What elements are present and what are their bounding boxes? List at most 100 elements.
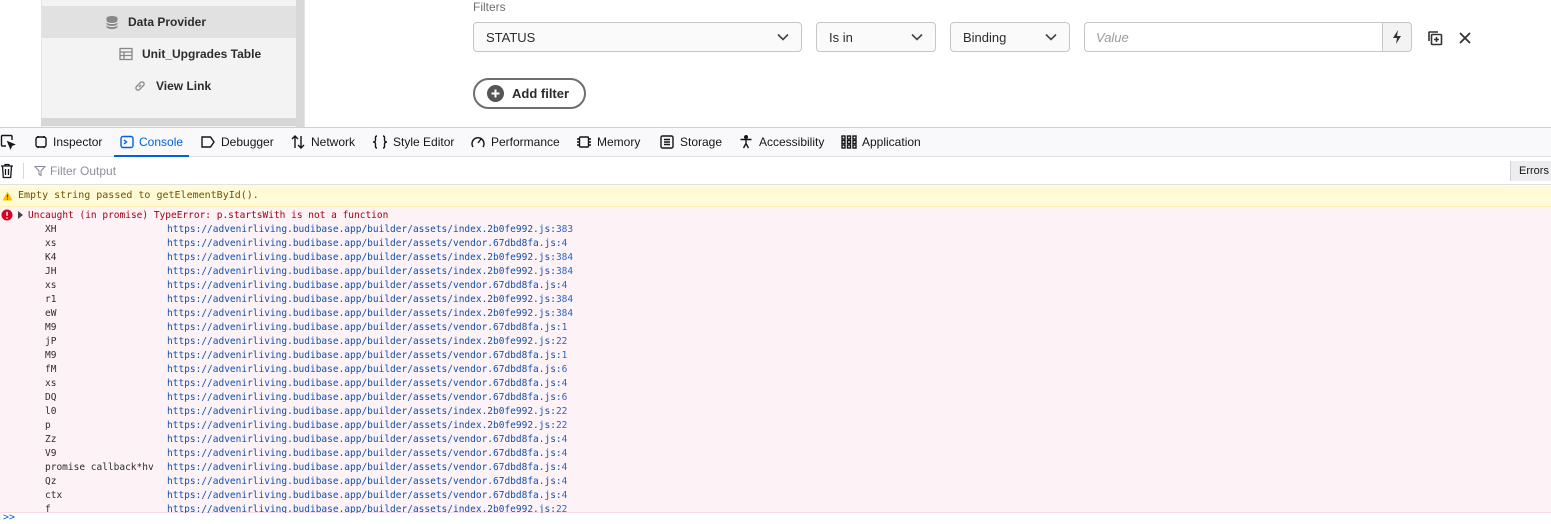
stack-frame-line: 1 xyxy=(561,350,568,361)
tab-label: Inspector xyxy=(53,135,103,149)
application-grid-icon xyxy=(841,135,857,149)
stack-frame-link[interactable]: https://advenirliving.budibase.app/build… xyxy=(167,251,573,265)
stack-frame-link[interactable]: https://advenirliving.budibase.app/build… xyxy=(167,377,567,391)
stack-frame-line: 22 xyxy=(555,336,568,347)
vertical-scrollbar[interactable] xyxy=(296,0,304,127)
debugger-icon xyxy=(201,136,215,148)
stack-frame-link[interactable]: https://advenirliving.budibase.app/build… xyxy=(167,335,567,349)
tree-item-view-link[interactable]: View Link xyxy=(42,70,297,102)
braces-icon xyxy=(372,135,388,149)
lightning-icon xyxy=(1393,30,1401,44)
stack-frame-link[interactable]: https://advenirliving.budibase.app/build… xyxy=(167,293,573,307)
stack-frame-line: 384 xyxy=(555,252,574,263)
stack-frame-line: 384 xyxy=(555,294,574,305)
stack-frame-function: XH xyxy=(45,224,57,235)
tree-item-data-provider[interactable]: Data Provider xyxy=(42,6,297,38)
expand-arrow-icon[interactable] xyxy=(18,211,23,219)
value-type-select[interactable]: Binding xyxy=(950,22,1070,52)
add-filter-button[interactable]: Add filter xyxy=(473,78,586,109)
stack-frame-link[interactable]: https://advenirliving.budibase.app/build… xyxy=(167,461,567,475)
tab-label: Performance xyxy=(491,135,560,149)
stack-frame-link[interactable]: https://advenirliving.budibase.app/build… xyxy=(167,307,573,321)
warning-text: Empty string passed to getElementById(). xyxy=(18,190,259,201)
tab-label: Accessibility xyxy=(759,135,825,149)
tab-debugger[interactable]: Debugger xyxy=(200,128,274,156)
stack-frame-link[interactable]: https://advenirliving.budibase.app/build… xyxy=(167,419,567,433)
stack-frame-line: 384 xyxy=(555,266,574,277)
stack-frame-link[interactable]: https://advenirliving.budibase.app/build… xyxy=(167,391,567,405)
console-toolbar: Filter Output Errors xyxy=(0,157,1551,185)
tab-inspector[interactable]: Inspector xyxy=(34,128,102,156)
stack-frame-link[interactable]: https://advenirliving.budibase.app/build… xyxy=(167,349,567,363)
stack-frame-function: xs xyxy=(45,378,57,389)
tab-memory[interactable]: Memory xyxy=(576,128,640,156)
stack-frame-link[interactable]: https://advenirliving.budibase.app/build… xyxy=(167,237,567,251)
value-input[interactable]: Value xyxy=(1084,22,1382,52)
console-warning-message: Empty string passed to getElementById(). xyxy=(0,185,1551,207)
stack-frame-line: 4 xyxy=(561,476,568,487)
stack-frame-function: Zz xyxy=(45,434,57,445)
link-icon xyxy=(132,78,148,94)
stack-frame-link[interactable]: https://advenirliving.budibase.app/build… xyxy=(167,265,573,279)
tab-console[interactable]: Console xyxy=(113,128,190,157)
tab-label: Style Editor xyxy=(393,135,455,149)
tab-network[interactable]: Network xyxy=(290,128,355,156)
filter-output-input[interactable]: Filter Output xyxy=(34,164,116,178)
element-picker-button[interactable] xyxy=(0,128,21,156)
tab-label: Memory xyxy=(597,135,641,149)
error-header[interactable]: Uncaught (in promise) TypeError: p.start… xyxy=(0,208,388,222)
stack-frame-line: 4 xyxy=(561,490,568,501)
stack-frame-line: 1 xyxy=(561,322,568,333)
table-icon xyxy=(118,46,134,62)
add-circle-icon xyxy=(487,85,504,102)
tab-application[interactable]: Application xyxy=(841,128,921,156)
stack-frame-link[interactable]: https://advenirliving.budibase.app/build… xyxy=(167,279,567,293)
performance-icon xyxy=(471,137,485,148)
stack-frame-link[interactable]: https://advenirliving.budibase.app/build… xyxy=(167,321,567,335)
field-select[interactable]: STATUS xyxy=(473,22,802,52)
component-tree: Data Provider Unit_Upgrades Table View L… xyxy=(41,0,297,127)
tab-accessibility[interactable]: Accessibility xyxy=(738,128,824,156)
console-icon xyxy=(120,135,134,149)
tab-label: Application xyxy=(862,135,921,149)
errors-filter-button[interactable]: Errors xyxy=(1510,161,1551,181)
element-picker-icon xyxy=(0,134,16,150)
tree-item-label: Data Provider xyxy=(128,15,207,29)
console-prompt: >> xyxy=(3,512,16,523)
add-filter-label: Add filter xyxy=(512,86,570,101)
stack-frame-link[interactable]: https://advenirliving.budibase.app/build… xyxy=(167,433,567,447)
stack-frame-function: K4 xyxy=(45,252,57,263)
tab-storage[interactable]: Storage xyxy=(659,128,722,156)
stack-frame-link[interactable]: https://advenirliving.budibase.app/build… xyxy=(167,405,567,419)
duplicate-filter-button[interactable] xyxy=(1426,29,1444,47)
tree-item-unit-upgrades-table[interactable]: Unit_Upgrades Table xyxy=(42,38,297,70)
stack-frame-link[interactable]: https://advenirliving.budibase.app/build… xyxy=(167,363,567,377)
accessibility-icon xyxy=(740,135,752,149)
stack-frame-line: 4 xyxy=(561,280,568,291)
stack-frame-link[interactable]: https://advenirliving.budibase.app/build… xyxy=(167,447,567,461)
duplicate-icon xyxy=(1428,31,1443,46)
field-select-value: STATUS xyxy=(486,29,536,45)
stack-frame-link[interactable]: https://advenirliving.budibase.app/build… xyxy=(167,489,567,503)
binding-button[interactable] xyxy=(1382,22,1412,52)
errors-filter-label: Errors xyxy=(1519,165,1549,177)
stack-frame-line: 22 xyxy=(555,420,568,431)
stack-frame-function: jP xyxy=(45,336,57,347)
operator-select[interactable]: Is in xyxy=(816,22,936,52)
tab-performance[interactable]: Performance xyxy=(470,128,560,156)
console-input[interactable]: >> xyxy=(0,513,1551,524)
chevron-down-icon xyxy=(777,33,789,41)
stack-frame-function: fM xyxy=(45,364,57,375)
tab-style-editor[interactable]: Style Editor xyxy=(372,128,454,156)
remove-filter-button[interactable] xyxy=(1456,29,1474,47)
horizontal-scrollbar[interactable] xyxy=(41,118,296,126)
stack-frame-link[interactable]: https://advenirliving.budibase.app/build… xyxy=(167,223,573,237)
stack-frame-function: M9 xyxy=(45,322,57,333)
stack-frame-function: Qz xyxy=(45,476,57,487)
stack-frame-line: 6 xyxy=(561,364,568,375)
stack-frame-function: promise callback*hv xyxy=(45,462,154,473)
tree-item-label: Unit_Upgrades Table xyxy=(142,47,262,61)
clear-console-button[interactable] xyxy=(0,163,14,184)
stack-frame-line: 384 xyxy=(555,308,574,319)
stack-frame-link[interactable]: https://advenirliving.budibase.app/build… xyxy=(167,475,567,489)
